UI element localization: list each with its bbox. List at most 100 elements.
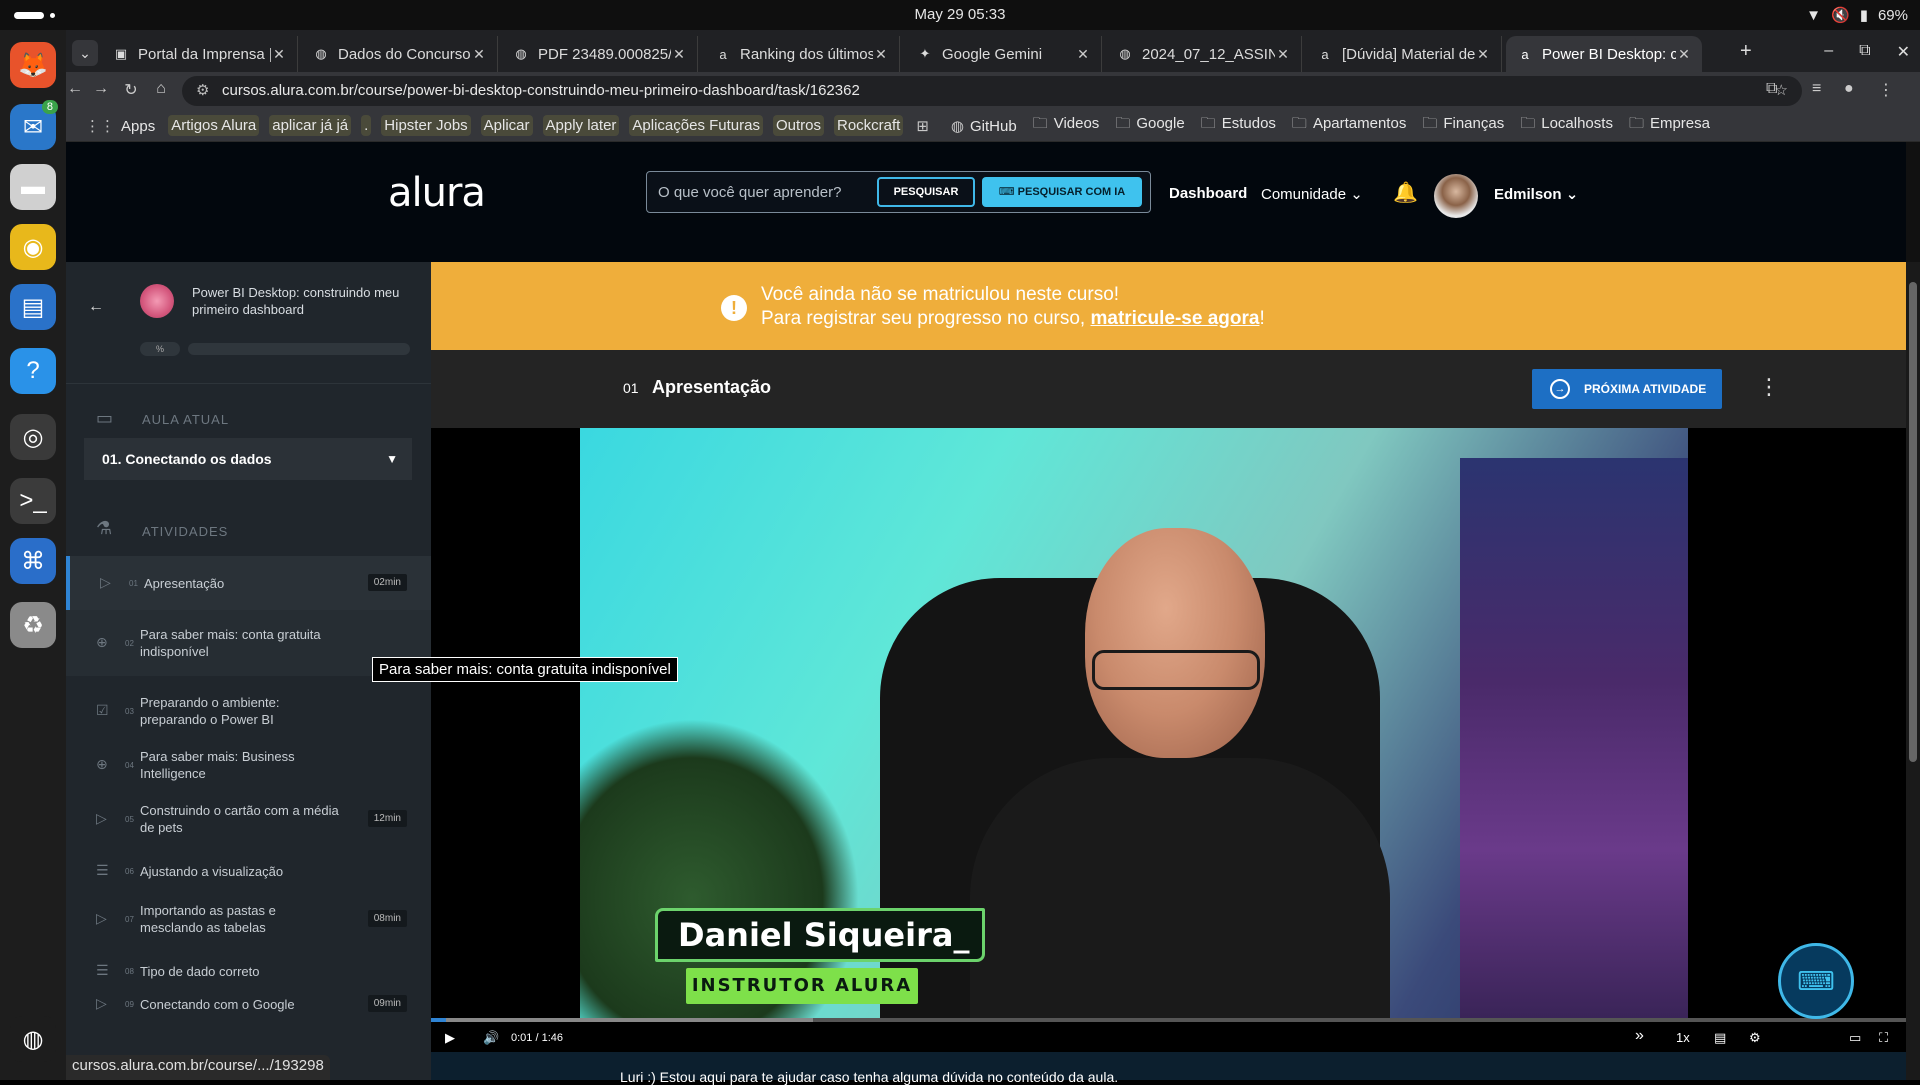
browser-tab[interactable]: a [Dúvida] Material de ✕ — [1306, 36, 1502, 72]
bookmark-item[interactable]: 🗀 Apartamentos — [1289, 111, 1409, 140]
folder-icon: 🗀 — [1291, 115, 1307, 132]
bookmark-item[interactable]: Rockcraft — [833, 115, 904, 136]
back-arrow-icon[interactable]: ← — [88, 298, 104, 316]
close-tab-icon[interactable]: ✕ — [671, 46, 687, 63]
close-window-icon[interactable]: ✕ — [1897, 42, 1910, 62]
new-tab-button[interactable]: + — [1740, 40, 1752, 63]
bookmark-item[interactable]: ◍ GitHub — [948, 115, 1020, 137]
browser-tab[interactable]: ◍ PDF 23489.000825/✕ — [502, 36, 698, 72]
browser-tab[interactable]: a Power BI Desktop: c ✕ — [1506, 36, 1702, 72]
vscode-icon[interactable]: ⌘ — [10, 538, 56, 584]
chrome-icon[interactable]: ◎ — [10, 414, 56, 460]
browser-tab[interactable]: ▣ Portal da Imprensa | ✕ — [102, 36, 298, 72]
enroll-link[interactable]: matricule-se agora — [1091, 308, 1260, 329]
bookmark-item[interactable]: 🗀 Estudos — [1198, 111, 1279, 140]
firefox-icon[interactable]: 🦊 — [10, 42, 56, 88]
browser-tab[interactable]: a Ranking dos últimos ✕ — [704, 36, 900, 72]
activity-item[interactable]: ▷ 01 Apresentação 02min — [66, 556, 431, 610]
close-tab-icon[interactable]: ✕ — [1475, 46, 1491, 63]
writer-icon[interactable]: ▤ — [10, 284, 56, 330]
address-bar[interactable]: ⚙ cursos.alura.com.br/course/power-bi-de… — [182, 76, 1802, 106]
close-tab-icon[interactable]: ✕ — [1676, 46, 1692, 63]
activity-item[interactable]: ☑ 03 Preparando o ambiente: preparando o P… — [66, 682, 431, 740]
bookmark-item[interactable]: Aplicações Futuras — [629, 115, 763, 136]
playback-speed[interactable]: 1x — [1676, 1030, 1690, 1045]
ai-chat-button[interactable]: ⌨ — [1778, 943, 1854, 1019]
tab-search-button[interactable]: ⌄ — [72, 40, 98, 66]
close-tab-icon[interactable]: ✕ — [873, 46, 889, 63]
bookmark-item[interactable]: aplicar já já — [269, 115, 352, 136]
terminal-icon[interactable]: >_ — [10, 478, 56, 524]
nav-community[interactable]: Comunidade ⌄ — [1261, 185, 1363, 203]
browser-tab[interactable]: ✦ Google Gemini ✕ — [906, 36, 1102, 72]
rhythmbox-icon[interactable]: ◉ — [10, 224, 56, 270]
thunderbird-icon[interactable]: ✉ 8 — [10, 100, 58, 150]
system-clock[interactable]: May 29 05:33 — [0, 6, 1920, 23]
files-icon[interactable]: ▬ — [10, 164, 56, 210]
bookmark-item[interactable]: Artigos Alura — [168, 115, 260, 136]
search-button[interactable]: PESQUISAR — [877, 177, 975, 207]
captions-icon[interactable]: ▤ — [1714, 1030, 1726, 1046]
settings-gear-icon[interactable]: ⚙ — [1749, 1030, 1761, 1046]
system-tray[interactable]: ▼ 🔇 ▮ 69% — [1806, 6, 1908, 25]
forward-icon[interactable]: → — [90, 80, 112, 98]
search-input[interactable]: O que você quer aprender? — [658, 184, 841, 201]
trash-icon[interactable]: ♻ — [10, 602, 56, 648]
video-player[interactable]: Daniel Siqueira_ INSTRUTOR ALURA ▶ 🔊 0:0… — [431, 428, 1906, 1052]
home-icon[interactable]: ⌂ — [150, 80, 172, 98]
bookmark-item[interactable]: ⊞ — [913, 115, 938, 137]
bell-icon[interactable]: 🔔 — [1393, 180, 1418, 205]
bookmark-item[interactable]: 🗀 Videos — [1030, 111, 1103, 140]
bookmark-item[interactable]: Outros — [772, 115, 824, 136]
user-menu[interactable]: Edmilson ⌄ — [1494, 185, 1578, 203]
activity-item[interactable]: ▷ 09 Conectando com o Google 09min — [66, 984, 431, 1024]
course-title[interactable]: Power BI Desktop: construindo meu primei… — [192, 284, 412, 318]
bookmark-item[interactable]: Apply later — [542, 115, 620, 136]
bookmark-label: GitHub — [970, 117, 1017, 135]
bookmark-item[interactable]: . — [361, 115, 372, 136]
bookmark-item[interactable]: 🗀 Google — [1112, 111, 1187, 140]
avatar[interactable] — [1434, 174, 1478, 218]
menu-kebab-icon[interactable]: ⋮ — [1878, 80, 1894, 100]
bookmark-item[interactable]: 🗀 Localhosts — [1517, 111, 1616, 140]
minimize-icon[interactable]: – — [1824, 42, 1833, 62]
site-info-icon[interactable]: ⚙ — [196, 76, 209, 106]
restore-icon[interactable]: ⧉ — [1859, 42, 1870, 62]
activities-label: ATIVIDADES — [142, 524, 229, 539]
close-tab-icon[interactable]: ✕ — [1275, 46, 1291, 63]
more-options-icon[interactable]: ⋮ — [1758, 374, 1780, 400]
back-icon[interactable]: ← — [64, 80, 86, 98]
browser-tab[interactable]: ◍ 2024_07_12_ASSIN ✕ — [1106, 36, 1302, 72]
next-activity-button[interactable]: → PRÓXIMA ATIVIDADE — [1532, 369, 1722, 409]
page-scrollbar[interactable] — [1906, 262, 1920, 1080]
help-icon[interactable]: ? — [10, 348, 56, 394]
bookmark-item[interactable]: 🗀 Empresa — [1626, 111, 1713, 140]
fullscreen-icon[interactable]: ⛶ — [1879, 1030, 1888, 1046]
reload-icon[interactable]: ↻ — [120, 80, 142, 100]
activity-item[interactable]: ⊕ 04 Para saber mais: Business Intelligenc… — [66, 742, 431, 788]
close-tab-icon[interactable]: ✕ — [471, 46, 487, 63]
bookmark-item[interactable]: Hipster Jobs — [381, 115, 471, 136]
bookmark-item[interactable]: 🗀 Finanças — [1419, 111, 1507, 140]
bookmark-item[interactable]: ⋮⋮ Apps — [82, 115, 158, 137]
activity-item[interactable]: ▷ 07 Importando as pastas e mesclando as t… — [66, 886, 431, 952]
bookmark-item[interactable]: Aplicar — [480, 115, 533, 136]
profile-avatar-icon[interactable]: ● — [1844, 80, 1854, 98]
nav-dashboard[interactable]: Dashboard — [1169, 185, 1247, 202]
media-icon[interactable]: ≡ — [1812, 80, 1821, 98]
scrollbar-thumb[interactable] — [1909, 282, 1917, 762]
browser-tab[interactable]: ◍ Dados do Concurso ✕ — [302, 36, 498, 72]
activity-item[interactable]: ▷ 05 Construindo o cartão com a média de p… — [66, 786, 431, 852]
volume-icon[interactable]: 🔊 — [483, 1030, 499, 1046]
theater-mode-icon[interactable]: ▭ — [1849, 1030, 1861, 1046]
extensions-icon[interactable]: ⧉ — [1766, 80, 1777, 98]
ubuntu-icon[interactable]: ◍ — [10, 1016, 56, 1062]
video-frame[interactable]: Daniel Siqueira_ INSTRUTOR ALURA — [580, 428, 1688, 1018]
play-icon[interactable]: ▶ — [445, 1030, 455, 1046]
alura-logo[interactable]: alura — [388, 170, 486, 216]
skip-forward-icon[interactable]: » — [1635, 1027, 1644, 1045]
close-tab-icon[interactable]: ✕ — [271, 46, 287, 63]
close-tab-icon[interactable]: ✕ — [1075, 46, 1091, 63]
ai-search-button[interactable]: ⌨ PESQUISAR COM IA — [982, 177, 1142, 207]
lesson-select[interactable]: 01. Conectando os dados ▼ — [84, 438, 412, 480]
